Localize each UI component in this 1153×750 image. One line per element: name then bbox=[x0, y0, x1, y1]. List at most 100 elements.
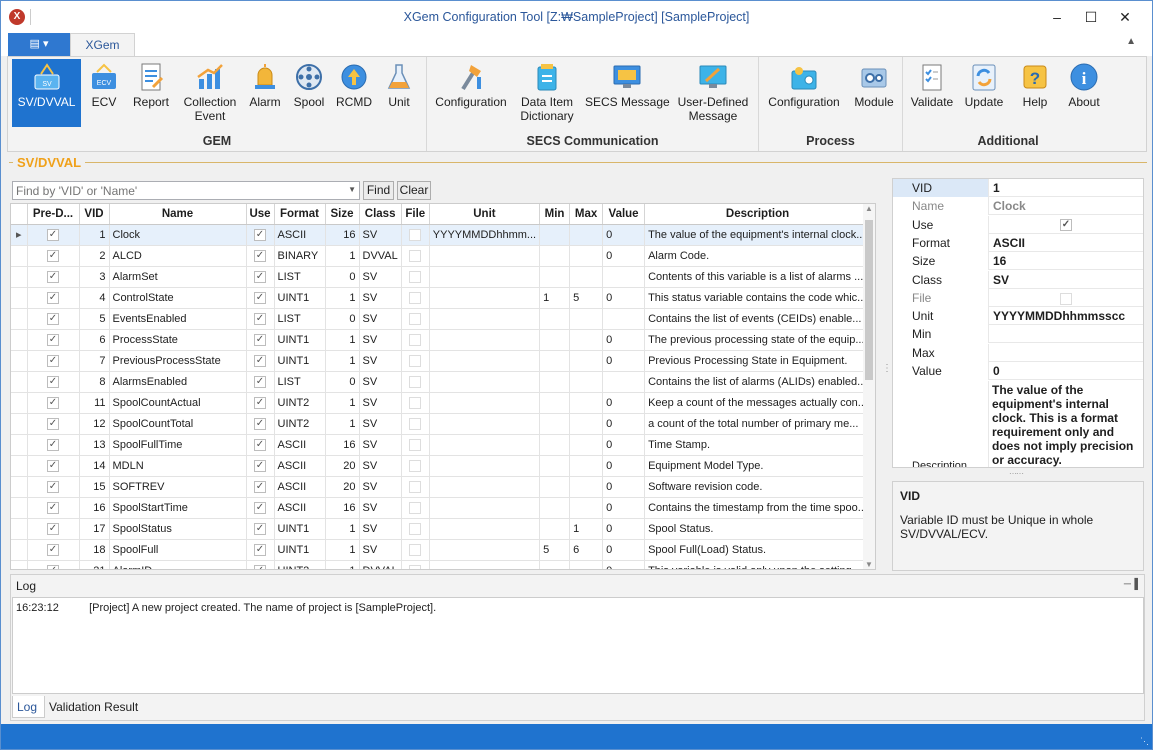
tab-xgem[interactable]: XGem bbox=[70, 33, 135, 57]
table-row[interactable]: ✓ 16 SpoolStartTime ✓ ASCII 16 SV 0 Contains the… bbox=[11, 497, 871, 519]
file-menu-button[interactable]: ▤ ▾ bbox=[8, 33, 70, 56]
property-value[interactable]: YYYYMMDDhhmmsscc bbox=[989, 307, 1143, 325]
class-cell[interactable]: SV bbox=[359, 266, 402, 288]
max-cell[interactable] bbox=[569, 245, 604, 267]
pre-defined-cell[interactable]: ✓ bbox=[27, 287, 80, 309]
use-checkbox[interactable]: ✓ bbox=[254, 375, 266, 388]
vertical-splitter-handle[interactable]: ⋮ bbox=[882, 363, 892, 374]
unit-cell[interactable] bbox=[429, 497, 541, 519]
vid-cell[interactable]: 21 bbox=[79, 560, 110, 569]
use-cell[interactable]: ✓ bbox=[246, 476, 275, 498]
use-cell[interactable]: ✓ bbox=[246, 413, 275, 435]
file-checkbox[interactable] bbox=[409, 291, 422, 304]
format-cell[interactable]: LIST bbox=[274, 266, 326, 288]
column-header-name[interactable]: Name bbox=[109, 204, 247, 225]
use-checkbox[interactable]: ✓ bbox=[254, 291, 266, 304]
file-cell[interactable] bbox=[401, 287, 430, 309]
file-checkbox[interactable] bbox=[409, 270, 422, 283]
resize-grip-icon[interactable]: ⋱ bbox=[1140, 736, 1149, 747]
use-checkbox[interactable]: ✓ bbox=[254, 438, 266, 451]
file-checkbox[interactable] bbox=[409, 249, 422, 262]
search-combobox[interactable]: ▼ bbox=[12, 181, 360, 200]
pre-defined-cell[interactable]: ✓ bbox=[27, 434, 80, 456]
use-cell[interactable]: ✓ bbox=[246, 434, 275, 456]
column-header-max[interactable]: Max bbox=[569, 204, 604, 225]
name-cell[interactable]: ALCD bbox=[109, 245, 247, 267]
format-cell[interactable]: UINT2 bbox=[274, 560, 326, 569]
use-checkbox[interactable]: ✓ bbox=[254, 522, 266, 535]
vid-cell[interactable]: 14 bbox=[79, 455, 110, 477]
vid-cell[interactable]: 3 bbox=[79, 266, 110, 288]
size-cell[interactable]: 16 bbox=[325, 497, 360, 519]
description-cell[interactable]: Time Stamp. bbox=[644, 434, 871, 456]
table-row[interactable]: ✓ 12 SpoolCountTotal ✓ UINT2 1 SV 0 a count of t… bbox=[11, 413, 871, 435]
unit-cell[interactable] bbox=[429, 371, 541, 393]
file-cell[interactable] bbox=[401, 329, 430, 351]
pre-defined-cell[interactable]: ✓ bbox=[27, 224, 80, 246]
value-cell[interactable]: 0 bbox=[602, 329, 646, 351]
name-cell[interactable]: ControlState bbox=[109, 287, 247, 309]
file-cell[interactable] bbox=[401, 371, 430, 393]
class-cell[interactable]: SV bbox=[359, 434, 402, 456]
pre-defined-checkbox[interactable]: ✓ bbox=[47, 333, 59, 346]
column-header-min[interactable]: Min bbox=[539, 204, 571, 225]
file-cell[interactable] bbox=[401, 413, 430, 435]
max-cell[interactable] bbox=[569, 224, 604, 246]
description-cell[interactable]: Contains the list of alarms (ALIDs) enab… bbox=[644, 371, 871, 393]
property-value[interactable]: ASCII bbox=[989, 234, 1143, 252]
vid-cell[interactable]: 18 bbox=[79, 539, 110, 561]
max-cell[interactable] bbox=[569, 455, 604, 477]
close-icon[interactable]: ✕ bbox=[1108, 4, 1142, 30]
pre-defined-cell[interactable]: ✓ bbox=[27, 560, 80, 569]
description-cell[interactable]: The value of the equipment's internal cl… bbox=[644, 224, 871, 246]
use-checkbox[interactable]: ✓ bbox=[254, 417, 266, 430]
max-cell[interactable] bbox=[569, 497, 604, 519]
class-cell[interactable]: SV bbox=[359, 224, 402, 246]
vid-cell[interactable]: 15 bbox=[79, 476, 110, 498]
property-value[interactable]: SV bbox=[989, 271, 1143, 289]
table-row[interactable]: ✓ 21AlarmID ✓ UINT21DVVAL 0This variable is … bbox=[11, 560, 871, 569]
class-cell[interactable]: SV bbox=[359, 476, 402, 498]
vid-cell[interactable]: 13 bbox=[79, 434, 110, 456]
pre-defined-checkbox[interactable]: ✓ bbox=[47, 459, 59, 472]
class-cell[interactable]: DVVAL bbox=[359, 245, 402, 267]
max-cell[interactable] bbox=[569, 392, 604, 414]
use-checkbox[interactable]: ✓ bbox=[254, 333, 266, 346]
unit-cell[interactable] bbox=[429, 350, 541, 372]
pre-defined-checkbox[interactable]: ✓ bbox=[47, 417, 59, 430]
size-cell[interactable]: 1 bbox=[325, 560, 360, 569]
unit-cell[interactable] bbox=[429, 392, 541, 414]
use-cell[interactable]: ✓ bbox=[246, 497, 275, 519]
vid-cell[interactable]: 7 bbox=[79, 350, 110, 372]
column-header-vid[interactable]: VID bbox=[79, 204, 110, 225]
pre-defined-cell[interactable]: ✓ bbox=[27, 329, 80, 351]
description-cell[interactable]: Contains the list of events (CEIDs) enab… bbox=[644, 308, 871, 330]
dropdown-arrow-icon[interactable]: ▼ bbox=[348, 185, 356, 194]
pre-defined-checkbox[interactable]: ✓ bbox=[47, 375, 59, 388]
max-cell[interactable]: 6 bbox=[569, 539, 604, 561]
file-cell[interactable] bbox=[401, 245, 430, 267]
column-header-unit[interactable]: Unit bbox=[429, 204, 541, 225]
max-cell[interactable] bbox=[569, 476, 604, 498]
description-cell[interactable]: Spool Status. bbox=[644, 518, 871, 540]
table-row[interactable]: ✓ 5 EventsEnabled ✓ LIST 0 SV Contains the list… bbox=[11, 308, 871, 330]
class-cell[interactable]: SV bbox=[359, 518, 402, 540]
value-cell[interactable]: 0 bbox=[602, 287, 646, 309]
file-checkbox[interactable] bbox=[409, 312, 422, 325]
table-row[interactable]: ✓ 17 SpoolStatus ✓ UINT1 1 SV 1 0 Spool Status. bbox=[11, 518, 871, 540]
format-cell[interactable]: UINT1 bbox=[274, 518, 326, 540]
vid-cell[interactable]: 8 bbox=[79, 371, 110, 393]
pre-defined-cell[interactable]: ✓ bbox=[27, 371, 80, 393]
grid-vertical-scrollbar[interactable]: ▲ ▼ bbox=[863, 204, 875, 569]
table-row[interactable]: ✓ 15 SOFTREV ✓ ASCII 20 SV 0 Software revision c… bbox=[11, 476, 871, 498]
pre-defined-cell[interactable]: ✓ bbox=[27, 518, 80, 540]
file-checkbox[interactable] bbox=[409, 564, 422, 569]
value-cell[interactable]: 0 bbox=[602, 434, 646, 456]
unit-cell[interactable] bbox=[429, 539, 541, 561]
spool-button[interactable]: Spool bbox=[288, 59, 330, 127]
description-cell[interactable]: Software revision code. bbox=[644, 476, 871, 498]
vid-cell[interactable]: 4 bbox=[79, 287, 110, 309]
process-configuration-button[interactable]: Configuration bbox=[763, 59, 845, 127]
vid-cell[interactable]: 5 bbox=[79, 308, 110, 330]
pre-defined-checkbox[interactable]: ✓ bbox=[47, 522, 59, 535]
